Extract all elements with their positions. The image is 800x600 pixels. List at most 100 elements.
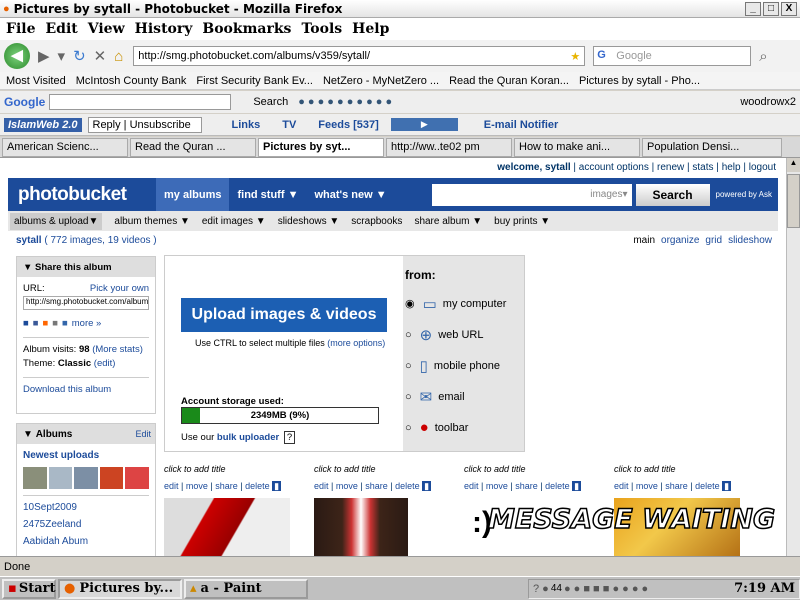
reload-icon[interactable]: ↻ <box>73 47 86 65</box>
radio-player[interactable]: ▶ <box>390 118 458 131</box>
source-mobile-phone[interactable]: ○ ▯ mobile phone <box>405 350 506 381</box>
tab[interactable]: Population Densi... <box>642 137 782 157</box>
bookmark-star-icon[interactable]: ★ <box>570 50 580 63</box>
menu-tools[interactable]: Tools <box>301 21 342 37</box>
history-dropdown-icon[interactable]: ▾ <box>58 47 66 65</box>
thumbnail-image[interactable] <box>164 498 290 556</box>
google-user[interactable]: woodrowx2 <box>740 96 796 108</box>
tab[interactable]: http://ww..te02 pm <box>386 137 512 157</box>
help-icon[interactable]: ? <box>283 431 296 444</box>
google-search-button[interactable]: Search <box>253 96 288 108</box>
logout-link[interactable]: logout <box>749 162 776 173</box>
menu-edit[interactable]: Edit <box>45 21 77 37</box>
google-toolbar-input[interactable] <box>49 94 232 110</box>
account-options-link[interactable]: account options <box>579 162 649 173</box>
menu-help[interactable]: Help <box>352 21 389 37</box>
album-item[interactable]: Aabidah Abum <box>23 536 149 547</box>
pick-your-own-link[interactable]: Pick your own <box>90 283 149 294</box>
thumbnail-image[interactable] <box>314 498 408 556</box>
newest-uploads-link[interactable]: Newest uploads <box>23 450 99 461</box>
source-web-url[interactable]: ○ ⊕ web URL <box>405 319 506 350</box>
facebook-icon[interactable]: ■ <box>33 318 39 329</box>
url-bar[interactable]: http://smg.photobucket.com/albums/v359/s… <box>133 46 586 66</box>
share-heading[interactable]: ▼ Share this album <box>17 257 155 277</box>
upload-button[interactable]: Upload images & videos <box>181 298 387 332</box>
links-button[interactable]: Links <box>232 119 261 131</box>
site-search-input[interactable]: images ▾ <box>431 183 632 206</box>
album-item[interactable]: 10Sept2009 <box>23 502 149 513</box>
stop-icon[interactable]: ✕ <box>94 47 107 65</box>
myspace-icon[interactable]: ■ <box>23 318 29 329</box>
subnav-slideshows[interactable]: slideshows ▼ <box>278 216 340 227</box>
menu-history[interactable]: History <box>135 21 193 37</box>
back-button[interactable]: ◀ <box>4 43 30 69</box>
source-toolbar[interactable]: ○ ● toolbar <box>405 412 506 443</box>
view-grid[interactable]: grid <box>705 235 722 246</box>
thumbnail-title[interactable]: click to add title <box>164 464 290 474</box>
search-box[interactable]: G Google <box>593 46 752 66</box>
clock[interactable]: 7:19 AM <box>734 581 795 596</box>
email-icon[interactable]: ■ <box>62 318 68 329</box>
thumbnail-title[interactable]: click to add title <box>464 464 590 474</box>
bookmark-item[interactable]: NetZero - MyNetZero ... <box>323 75 439 87</box>
bookmark-item[interactable]: McIntosh County Bank <box>76 75 187 87</box>
help-link[interactable]: help <box>722 162 741 173</box>
forward-button[interactable]: ▶ <box>38 47 50 65</box>
taskbar-item-firefox[interactable]: ● Pictures by... <box>58 578 182 599</box>
nav-find-stuff[interactable]: find stuff ▼ <box>229 178 306 211</box>
nav-whats-new[interactable]: what's new ▼ <box>306 178 394 211</box>
subnav-buy-prints[interactable]: buy prints ▼ <box>494 216 550 227</box>
more-options-link[interactable]: (more options) <box>327 338 385 348</box>
menu-bookmarks[interactable]: Bookmarks <box>202 21 291 37</box>
download-album-link[interactable]: Download this album <box>23 384 149 395</box>
view-main[interactable]: main <box>633 235 655 246</box>
vertical-scrollbar[interactable]: ▲ <box>786 158 800 556</box>
tab[interactable]: American Scienc... <box>2 137 128 157</box>
edit-albums-link[interactable]: Edit <box>135 429 151 439</box>
reply-unsubscribe-select[interactable]: Reply | Unsubscribe <box>87 116 202 133</box>
source-my-computer[interactable]: ◉ ▭ my computer <box>405 288 506 319</box>
bookmark-item[interactable]: First Security Bank Ev... <box>196 75 313 87</box>
subnav-albums-upload[interactable]: albums & upload▼ <box>10 212 103 230</box>
view-slideshow[interactable]: slideshow <box>728 235 772 246</box>
scroll-thumb[interactable] <box>787 174 800 228</box>
bookmark-item[interactable]: Most Visited <box>6 75 66 87</box>
album-item[interactable]: 2475Zeeland <box>23 519 149 530</box>
tab-active[interactable]: Pictures by syt... <box>258 137 384 157</box>
subnav-share-album[interactable]: share album ▼ <box>414 216 482 227</box>
search-magnifier-icon[interactable]: ⌕ <box>759 48 767 65</box>
email-notifier-button[interactable]: E-mail Notifier <box>484 119 559 131</box>
blogger-icon[interactable]: ■ <box>43 318 49 329</box>
more-stats-link[interactable]: (More stats) <box>92 344 143 355</box>
username[interactable]: sytall <box>16 235 42 246</box>
albums-heading[interactable]: ▼ Albums Edit <box>17 424 155 444</box>
maximize-button[interactable]: □ <box>763 1 779 16</box>
photobucket-logo[interactable]: photobucket <box>18 184 156 206</box>
bookmark-item[interactable]: Pictures by sytall - Pho... <box>579 75 700 87</box>
thumbnail-title[interactable]: click to add title <box>314 464 431 474</box>
close-button[interactable]: X <box>781 1 797 16</box>
view-organize[interactable]: organize <box>661 235 699 246</box>
album-url-field[interactable]: http://smg.photobucket.com/album <box>23 296 149 310</box>
taskbar-item-paint[interactable]: ▴ a - Paint <box>184 578 308 599</box>
home-icon[interactable]: ⌂ <box>114 48 123 65</box>
tab[interactable]: Read the Quran ... <box>130 137 256 157</box>
subnav-scrapbooks[interactable]: scrapbooks <box>351 216 402 227</box>
newest-thumbnails[interactable] <box>23 467 149 489</box>
scroll-up-arrow[interactable]: ▲ <box>787 158 800 172</box>
subnav-album-themes[interactable]: album themes ▼ <box>114 216 189 227</box>
tv-button[interactable]: TV <box>282 119 296 131</box>
bulk-uploader-link[interactable]: bulk uploader <box>217 432 279 443</box>
more-share-link[interactable]: more » <box>72 318 102 329</box>
source-email[interactable]: ○ ✉ email <box>405 381 506 412</box>
site-search-button[interactable]: Search <box>635 183 710 206</box>
bookmark-item[interactable]: Read the Quran Koran... <box>449 75 569 87</box>
edit-theme-link[interactable]: (edit) <box>94 358 116 369</box>
thumbnail-title[interactable]: click to add title <box>614 464 740 474</box>
renew-link[interactable]: renew <box>657 162 684 173</box>
weather-temp[interactable]: 44 <box>551 583 562 594</box>
feeds-button[interactable]: Feeds [537] <box>318 119 379 131</box>
tray-icons-more[interactable]: ● ● ■ ■ ■ ● ● ● ● <box>564 583 648 595</box>
nav-my-albums[interactable]: my albums <box>156 178 230 211</box>
tray-icons[interactable]: ? ● <box>533 583 549 595</box>
